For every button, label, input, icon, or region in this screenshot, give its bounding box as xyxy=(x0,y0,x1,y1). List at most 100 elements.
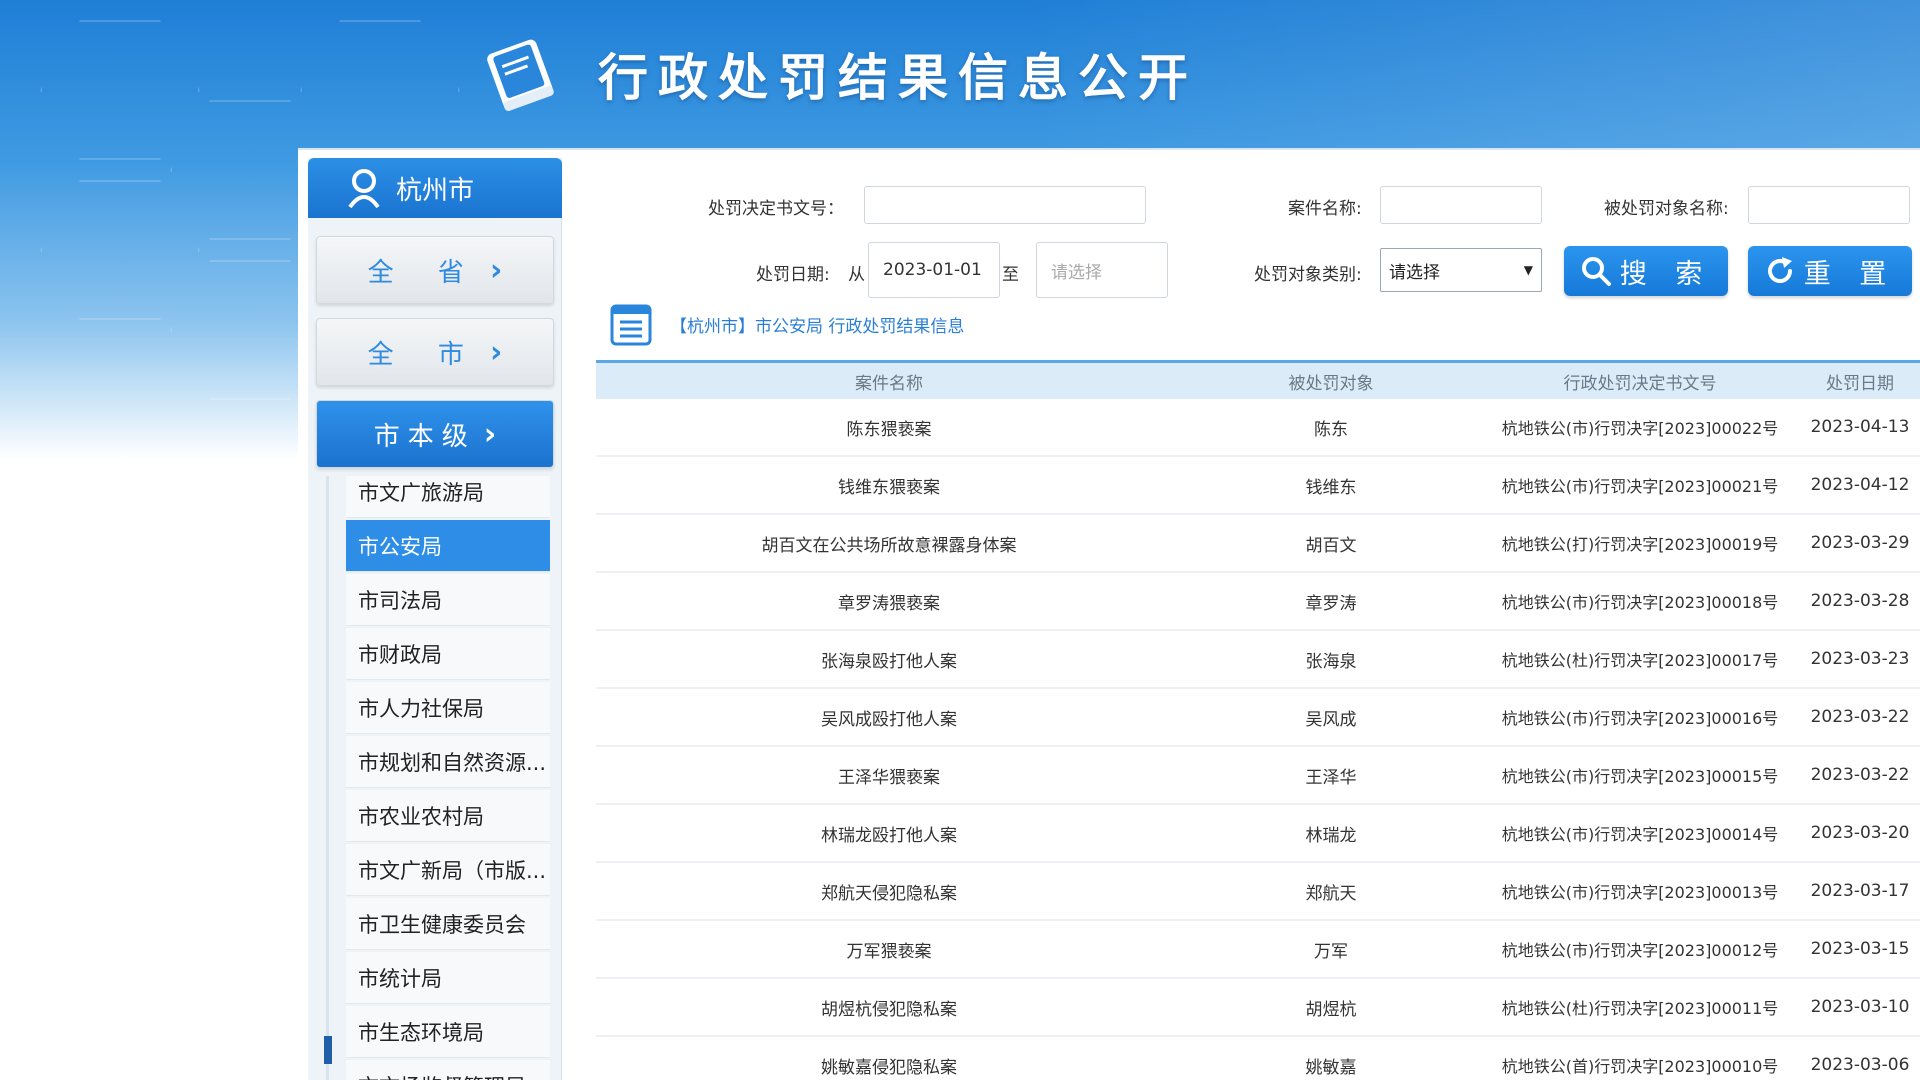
table-row[interactable]: 钱维东猥亵案 钱维东 杭地铁公(市)行罚决字[2023]00021号 2023-04-… xyxy=(596,457,1920,515)
table-row[interactable]: 胡煜杭侵犯隐私案 胡煜杭 杭地铁公(杜)行罚决字[2023]00011号 2023-0… xyxy=(596,979,1920,1037)
book-icon xyxy=(487,39,554,111)
cell-doc-no: 杭地铁公(市)行罚决字[2023]00016号 xyxy=(1501,709,1779,728)
hexagon-decoration xyxy=(40,20,200,160)
cell-doc-no: 杭地铁公(市)行罚决字[2023]00022号 xyxy=(1501,419,1779,438)
target-name-input[interactable] xyxy=(1748,186,1910,224)
department-item[interactable]: 市财政局 xyxy=(346,628,550,680)
department-item[interactable]: 市卫生健康委员会 xyxy=(346,898,550,950)
table-row[interactable]: 姚敏嘉侵犯隐私案 姚敏嘉 杭地铁公(首)行罚决字[2023]00010号 2023-0… xyxy=(596,1037,1920,1080)
search-icon xyxy=(1581,257,1611,286)
cell-case-name[interactable]: 万军猥亵案 xyxy=(596,937,1182,962)
department-item[interactable]: 市市场监督管理局 xyxy=(346,1060,550,1080)
department-item[interactable]: 市司法局 xyxy=(346,574,550,626)
level-button-municipal[interactable]: 市本级 › xyxy=(316,400,554,468)
department-item-selected[interactable]: 市公安局 xyxy=(346,520,550,572)
target-name-label: 被处罚对象名称: xyxy=(1604,199,1729,219)
hexagon-decoration xyxy=(40,180,200,320)
cell-case-name[interactable]: 钱维东猥亵案 xyxy=(596,473,1182,498)
table-row[interactable]: 章罗涛猥亵案 章罗涛 杭地铁公(市)行罚决字[2023]00018号 2023-03-… xyxy=(596,573,1920,631)
table-row[interactable]: 林瑞龙殴打他人案 林瑞龙 杭地铁公(市)行罚决字[2023]00014号 2023-0… xyxy=(596,805,1920,863)
results-table: 案件名称 被处罚对象 行政处罚决定书文号 处罚日期 陈东猥亵案 陈东 杭地铁公(市)… xyxy=(596,360,1920,1080)
table-row[interactable]: 吴风成殴打他人案 吴风成 杭地铁公(市)行罚决字[2023]00016号 2023-0… xyxy=(596,689,1920,747)
cell-doc-no: 杭地铁公(杜)行罚决字[2023]00017号 xyxy=(1501,651,1779,670)
cell-case-name[interactable]: 胡百文在公共场所故意裸露身体案 xyxy=(596,531,1182,556)
department-item[interactable]: 市规划和自然资源... xyxy=(346,736,550,788)
cell-case-name[interactable]: 胡煜杭侵犯隐私案 xyxy=(596,995,1182,1020)
cell-date: 2023-03-22 xyxy=(1810,707,1910,727)
search-button-label: 搜 索 xyxy=(1619,258,1713,290)
table-row[interactable]: 陈东猥亵案 陈东 杭地铁公(市)行罚决字[2023]00022号 2023-04-13 xyxy=(596,399,1920,457)
cell-target: 郑航天 xyxy=(1305,883,1357,904)
department-item[interactable]: 市生态环境局 xyxy=(346,1006,550,1058)
department-item[interactable]: 市人力社保局 xyxy=(346,682,550,734)
search-button[interactable]: 搜 索 xyxy=(1564,246,1728,296)
cell-date: 2023-03-22 xyxy=(1810,765,1910,785)
cell-case-name[interactable]: 姚敏嘉侵犯隐私案 xyxy=(596,1053,1182,1078)
column-header-doc-no: 行政处罚决定书文号 xyxy=(1563,373,1717,394)
table-header: 案件名称 被处罚对象 行政处罚决定书文号 处罚日期 xyxy=(596,363,1920,399)
column-header-target: 被处罚对象 xyxy=(1288,373,1374,394)
department-item[interactable]: 市统计局 xyxy=(346,952,550,1004)
level-button-city[interactable]: 全 市 › xyxy=(316,318,554,386)
cell-case-name[interactable]: 郑航天侵犯隐私案 xyxy=(596,879,1182,904)
table-row[interactable]: 胡百文在公共场所故意裸露身体案 胡百文 杭地铁公(打)行罚决字[2023]00019… xyxy=(596,515,1920,573)
case-name-label: 案件名称: xyxy=(1288,199,1362,219)
date-to-input[interactable]: 请选择 xyxy=(1036,242,1168,298)
city-selector[interactable]: 杭州市 xyxy=(308,158,562,218)
hexagon-decoration xyxy=(300,20,460,160)
chevron-right-icon: › xyxy=(489,252,503,288)
department-item[interactable]: 市文广新局（市版... xyxy=(346,844,550,896)
cell-target: 章罗涛 xyxy=(1305,593,1357,614)
cell-case-name[interactable]: 吴风成殴打他人案 xyxy=(596,705,1182,730)
table-row[interactable]: 王泽华猥亵案 王泽华 杭地铁公(市)行罚决字[2023]00015号 2023-03-… xyxy=(596,747,1920,805)
cell-doc-no: 杭地铁公(杜)行罚决字[2023]00011号 xyxy=(1501,999,1779,1018)
cell-doc-no: 杭地铁公(市)行罚决字[2023]00021号 xyxy=(1501,477,1779,496)
cell-target: 吴风成 xyxy=(1305,709,1357,730)
list-icon xyxy=(610,304,652,346)
date-label: 处罚日期: xyxy=(756,265,830,285)
main-panel: 杭州市 全 省 › 全 市 › 市本级 › 市文广旅游局 市公安局 市司法局 市… xyxy=(298,148,1920,1080)
reset-button-label: 重 置 xyxy=(1803,258,1897,290)
page-title: 行政处罚结果信息公开 xyxy=(598,49,1198,107)
cell-target: 陈东 xyxy=(1314,419,1348,440)
level-label: 全 省 xyxy=(367,257,482,288)
title-area: 行政处罚结果信息公开 xyxy=(480,34,1198,114)
cell-case-name[interactable]: 林瑞龙殴打他人案 xyxy=(596,821,1182,846)
cell-date: 2023-03-28 xyxy=(1810,591,1910,611)
cell-case-name[interactable]: 章罗涛猥亵案 xyxy=(596,589,1182,614)
category-select[interactable]: 请选择 ▼ xyxy=(1380,248,1542,292)
cell-date: 2023-04-13 xyxy=(1810,417,1910,437)
dropdown-arrow-icon: ▼ xyxy=(1523,263,1533,277)
cell-case-name[interactable]: 张海泉殴打他人案 xyxy=(596,647,1182,672)
cell-target: 林瑞龙 xyxy=(1305,825,1357,846)
table-row[interactable]: 万军猥亵案 万军 杭地铁公(市)行罚决字[2023]00012号 2023-03-15 xyxy=(596,921,1920,979)
cell-target: 胡煜杭 xyxy=(1305,999,1357,1020)
department-item[interactable]: 市农业农村局 xyxy=(346,790,550,842)
table-row[interactable]: 郑航天侵犯隐私案 郑航天 杭地铁公(市)行罚决字[2023]00013号 2023-0… xyxy=(596,863,1920,921)
cell-date: 2023-03-06 xyxy=(1810,1055,1910,1075)
cell-doc-no: 杭地铁公(首)行罚决字[2023]00010号 xyxy=(1501,1057,1779,1076)
reset-button[interactable]: 重 置 xyxy=(1748,246,1912,296)
table-body: 陈东猥亵案 陈东 杭地铁公(市)行罚决字[2023]00022号 2023-04-13… xyxy=(596,399,1920,1080)
cell-doc-no: 杭地铁公(打)行罚决字[2023]00019号 xyxy=(1501,535,1779,554)
cell-case-name[interactable]: 陈东猥亵案 xyxy=(596,415,1182,440)
breadcrumb-text[interactable]: 【杭州市】市公安局 行政处罚结果信息 xyxy=(670,312,964,337)
date-to-label: 至 xyxy=(1002,265,1019,285)
cell-target: 王泽华 xyxy=(1305,767,1357,788)
refresh-icon xyxy=(1767,257,1792,283)
doc-no-input[interactable] xyxy=(864,186,1146,224)
chevron-right-icon: › xyxy=(483,416,497,452)
scrollbar-thumb[interactable] xyxy=(324,1036,332,1064)
cell-target: 万军 xyxy=(1314,941,1348,962)
cell-case-name[interactable]: 王泽华猥亵案 xyxy=(596,763,1182,788)
case-name-input[interactable] xyxy=(1380,186,1542,224)
scrollbar-track[interactable] xyxy=(326,476,329,1080)
level-button-province[interactable]: 全 省 › xyxy=(316,236,554,304)
cell-date: 2023-03-20 xyxy=(1810,823,1910,843)
city-name: 杭州市 xyxy=(396,175,475,206)
location-pin-icon xyxy=(348,169,380,209)
department-item[interactable]: 市文广旅游局 xyxy=(346,476,550,518)
date-from-input[interactable]: 2023-01-01 xyxy=(868,242,1000,298)
table-row[interactable]: 张海泉殴打他人案 张海泉 杭地铁公(杜)行罚决字[2023]00017号 2023-0… xyxy=(596,631,1920,689)
level-label: 市本级 xyxy=(373,421,476,452)
